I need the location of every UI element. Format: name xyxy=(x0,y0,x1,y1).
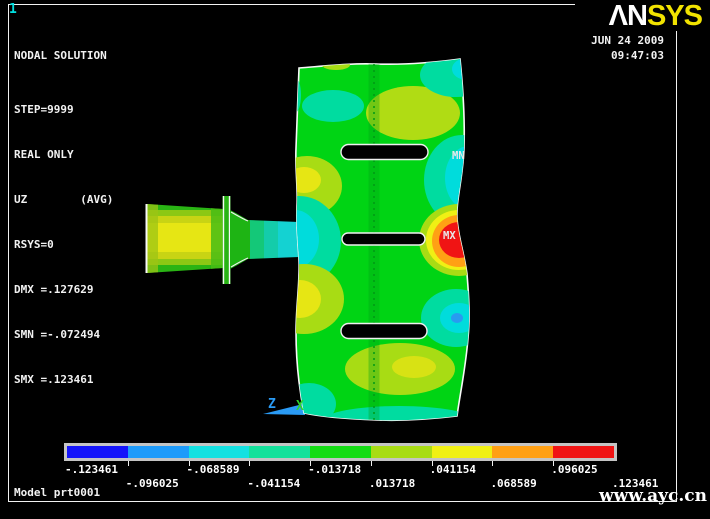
legend-segment xyxy=(432,446,493,458)
plate-slot-bottom xyxy=(341,324,427,339)
legend-value: .013718 xyxy=(369,477,415,490)
watermark: www.ayc.cn xyxy=(599,486,707,506)
legend-segment xyxy=(249,446,310,458)
legend-tick xyxy=(371,461,372,466)
legend-bar: -.123461-.096025-.068589-.041154-.013718… xyxy=(64,443,617,461)
legend-value: -.068589 xyxy=(187,463,240,476)
plate-slot-middle xyxy=(342,233,425,245)
legend-value: -.096025 xyxy=(126,477,179,490)
legend-segment xyxy=(128,446,189,458)
model-name: Model prt0001 xyxy=(14,486,100,499)
shaft-cylinder xyxy=(147,204,223,273)
legend-value: -.123461 xyxy=(65,463,118,476)
axis-z-label: Z xyxy=(268,397,276,412)
model-canvas[interactable]: Z xyxy=(0,0,710,519)
legend-segment xyxy=(371,446,432,458)
ansys-graphics-window: 1 NODAL SOLUTION STEP=9999 REAL ONLY UZ … xyxy=(0,0,710,519)
legend-segment xyxy=(553,446,614,458)
ansys-logo-sys: SYS xyxy=(647,0,702,32)
legend-segment xyxy=(67,446,128,458)
legend-value: .041154 xyxy=(430,463,476,476)
legend-segment xyxy=(492,446,553,458)
plate-slot-top xyxy=(341,145,428,160)
shaft-end-edge xyxy=(146,204,148,273)
shaft-assembly xyxy=(146,196,301,284)
legend-segment xyxy=(189,446,250,458)
legend-segment xyxy=(310,446,371,458)
axis-x-label: X xyxy=(296,399,304,414)
ansys-logo: ΛNSYS xyxy=(575,0,710,31)
legend-value: .068589 xyxy=(490,477,536,490)
legend-value: .096025 xyxy=(551,463,597,476)
legend-value: -.041154 xyxy=(247,477,300,490)
time-label: 09:47:03 xyxy=(560,48,664,63)
date-label: JUN 24 2009 xyxy=(560,33,664,48)
legend-tick xyxy=(249,461,250,466)
datetime-block: JUN 24 2009 09:47:03 xyxy=(560,33,664,63)
legend-tick xyxy=(492,461,493,466)
legend-tick xyxy=(128,461,129,466)
min-marker: MN xyxy=(452,150,465,162)
legend-value: -.013718 xyxy=(308,463,361,476)
max-marker: MX xyxy=(443,230,456,242)
ansys-logo-an: ΛN xyxy=(609,0,647,32)
